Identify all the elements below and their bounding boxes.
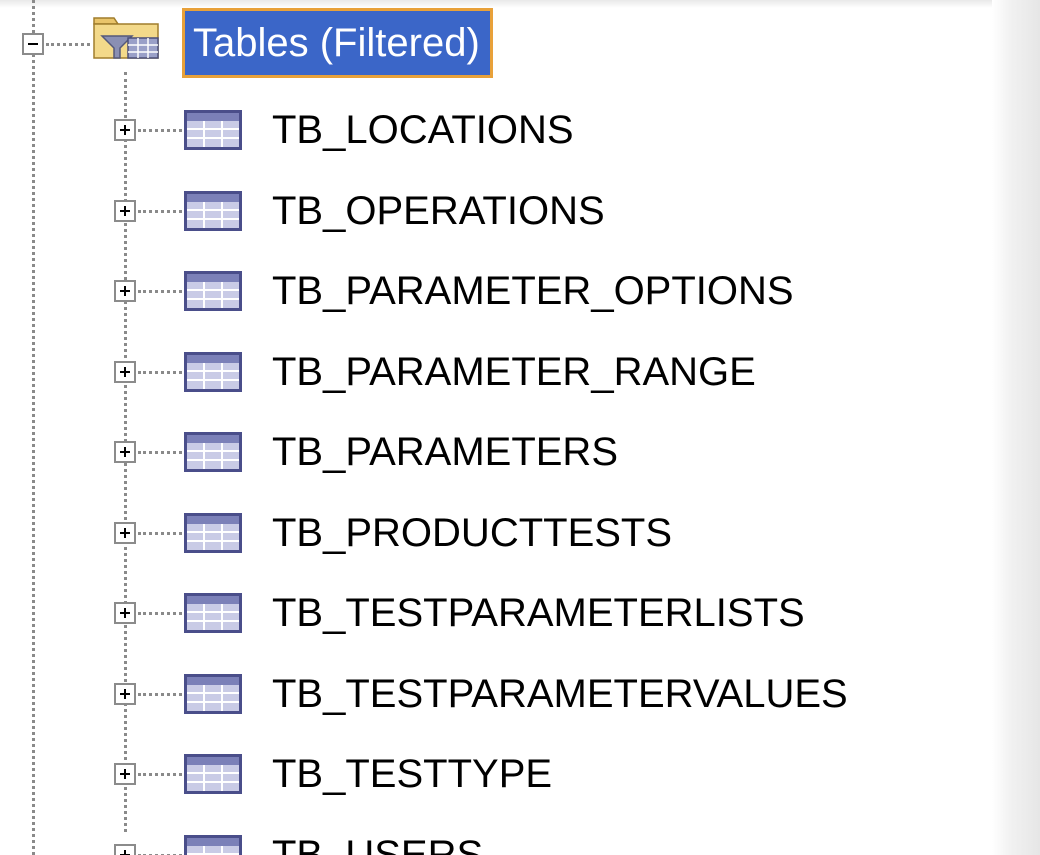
expand-toggle[interactable] bbox=[114, 200, 136, 222]
row-connector-line bbox=[138, 210, 182, 213]
expand-toggle[interactable] bbox=[114, 763, 136, 785]
row-connector-line bbox=[138, 773, 182, 776]
table-node-label[interactable]: TB_PRODUCTTESTS bbox=[272, 511, 672, 555]
row-connector-line bbox=[138, 451, 182, 454]
table-icon bbox=[184, 835, 242, 855]
right-edge-shade bbox=[992, 0, 1040, 855]
row-connector-line bbox=[138, 693, 182, 696]
expand-toggle[interactable] bbox=[114, 844, 136, 855]
expand-toggle[interactable] bbox=[114, 522, 136, 544]
expand-toggle[interactable] bbox=[114, 683, 136, 705]
table-node-label[interactable]: TB_PARAMETER_RANGE bbox=[272, 350, 756, 394]
row-connector-line bbox=[138, 371, 182, 374]
table-node-label[interactable]: TB_TESTPARAMETERVALUES bbox=[272, 672, 848, 716]
root-connector-line bbox=[46, 43, 90, 46]
table-icon bbox=[184, 593, 242, 633]
table-node-label[interactable]: TB_LOCATIONS bbox=[272, 108, 574, 152]
table-icon bbox=[184, 432, 242, 472]
expand-toggle[interactable] bbox=[114, 119, 136, 141]
table-node-label[interactable]: TB_PARAMETER_OPTIONS bbox=[272, 269, 794, 313]
table-node-label[interactable]: TB_PARAMETERS bbox=[272, 430, 618, 474]
row-connector-line bbox=[138, 532, 182, 535]
expand-toggle[interactable] bbox=[114, 361, 136, 383]
table-icon bbox=[184, 110, 242, 150]
table-icon bbox=[184, 754, 242, 794]
parent-connector-line bbox=[32, 0, 35, 855]
table-icon bbox=[184, 513, 242, 553]
row-connector-line bbox=[138, 290, 182, 293]
expand-toggle[interactable] bbox=[114, 602, 136, 624]
table-node-label[interactable]: TB_TESTPARAMETERLISTS bbox=[272, 591, 805, 635]
row-connector-line bbox=[138, 129, 182, 132]
table-node-label[interactable]: TB_USERS bbox=[272, 833, 483, 855]
expand-toggle[interactable] bbox=[114, 441, 136, 463]
top-edge-shade bbox=[0, 0, 1040, 8]
root-collapse-toggle[interactable] bbox=[22, 33, 44, 55]
table-node-label[interactable]: TB_OPERATIONS bbox=[272, 189, 605, 233]
table-icon bbox=[184, 674, 242, 714]
root-node-label[interactable]: Tables (Filtered) bbox=[182, 8, 493, 78]
expand-toggle[interactable] bbox=[114, 280, 136, 302]
table-icon bbox=[184, 352, 242, 392]
row-connector-line bbox=[138, 612, 182, 615]
table-node-label[interactable]: TB_TESTTYPE bbox=[272, 752, 552, 796]
table-icon bbox=[184, 271, 242, 311]
object-explorer-tree: Tables (Filtered) TB_LOCATIONS TB_OPERATI… bbox=[0, 0, 1040, 855]
filtered-folder-icon bbox=[93, 17, 159, 59]
table-icon bbox=[184, 191, 242, 231]
